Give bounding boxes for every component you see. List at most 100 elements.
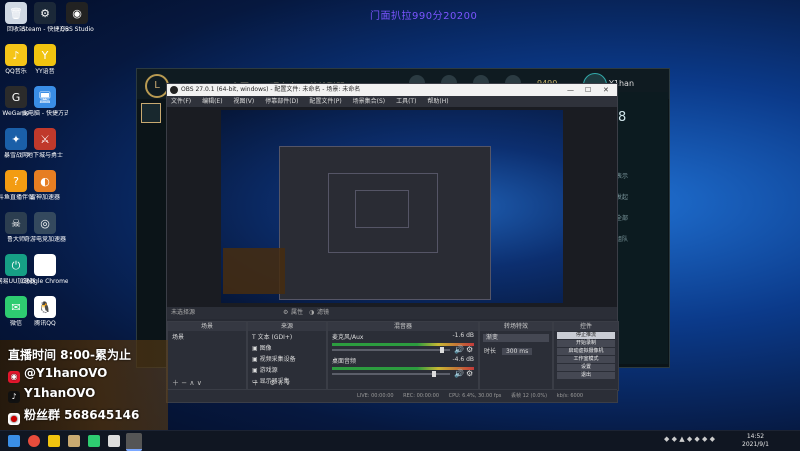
desktop-icon[interactable]: ◍ Google Chrome <box>22 254 68 285</box>
image-source-icon: ▣ <box>252 345 260 352</box>
slider-handle[interactable] <box>440 347 444 353</box>
preview-overlay-thumbnail <box>223 248 285 294</box>
qq-icon: 🐧 <box>34 296 56 318</box>
mixer-header: 混音器 <box>328 322 478 331</box>
obs-preview[interactable] <box>167 107 617 307</box>
mixer-dock: 混音器 麦克风/Aux -1.6 dB 🔊 ⚙ 桌面音频 -4.6 dB 🔊 ⚙ <box>327 321 479 391</box>
speaker-icon[interactable]: 🔊 <box>454 369 464 378</box>
gear-icon[interactable]: ⚙ <box>283 307 288 319</box>
speaker-icon[interactable]: 🔊 <box>454 345 464 354</box>
filters-button[interactable]: 滤镜 <box>317 307 329 319</box>
nested-obs-window <box>328 173 438 253</box>
source-label: 文本 (GDI+) <box>257 334 293 341</box>
folder-taskbar-icon[interactable] <box>48 435 60 447</box>
qq-taskbar-icon[interactable] <box>108 435 120 447</box>
chevron-down-icon[interactable]: ∨ <box>197 379 202 387</box>
volume-slider[interactable] <box>332 371 450 377</box>
stream-info-overlay: 直播时间 8:00-累为止 ◉ @Y1hanOVO ♪ Y1hanOVO ● 粉丝群 … <box>0 340 168 430</box>
remove-icon[interactable]: − <box>261 379 267 387</box>
track-db: -1.6 dB <box>452 332 474 339</box>
steam-icon: ⚙ <box>34 2 56 24</box>
game-taskbar-icon[interactable] <box>68 435 80 447</box>
maximize-icon[interactable]: ☐ <box>585 84 591 96</box>
sources-header: 来源 <box>248 322 326 331</box>
chevron-up-icon[interactable]: ∧ <box>189 379 194 387</box>
system-clock[interactable]: 14:52 2021/9/1 <box>742 433 769 449</box>
scene-item[interactable]: 场景 <box>168 331 246 342</box>
gear-icon[interactable]: ⚙ <box>466 369 473 378</box>
stop-streaming-button[interactable]: 停止推流 <box>557 332 615 339</box>
transitions-header: 转场特效 <box>480 322 552 331</box>
remove-icon[interactable]: − <box>181 379 187 387</box>
properties-button[interactable]: 属性 <box>291 307 303 319</box>
slider-handle[interactable] <box>432 371 436 377</box>
transition-select[interactable]: 渐变 <box>483 334 549 342</box>
tray-icons[interactable]: ◆ ◆ ▲ ◆ ◆ ◆ ◆ <box>664 435 715 443</box>
mixer-track: 桌面音频 -4.6 dB <box>328 355 478 366</box>
minimize-icon[interactable]: — <box>567 84 574 96</box>
desktop-icon[interactable]: Y YY语音 <box>22 44 68 75</box>
taskbar: ◆ ◆ ▲ ◆ ◆ ◆ ◆ 14:52 2021/9/1 <box>0 430 800 451</box>
leishen-icon: ◐ <box>34 170 56 192</box>
yy-icon: Y <box>34 44 56 66</box>
menu-view[interactable]: 视图(V) <box>233 98 254 105</box>
close-icon[interactable]: ✕ <box>603 84 609 96</box>
controls-dock: 控件 停止推流 开始录制 启动虚拟摄像机 工作室模式 设置 退出 <box>553 321 619 391</box>
desktop-icon-label: YY语音 <box>35 68 55 75</box>
desktop-icon[interactable]: 🐧 腾讯QQ <box>22 296 68 327</box>
obs-menubar: 文件(F) 编辑(E) 视图(V) 停靠部件(D) 配置文件(P) 场景集合(S… <box>167 96 617 107</box>
menu-scene-collection[interactable]: 场景集合(S) <box>353 98 386 105</box>
obs-statusbar: LIVE: 00:00:00 REC: 00:00:00 CPU: 6.4%, … <box>167 389 617 402</box>
schedule-text: 直播时间 8:00-累为止 <box>8 348 132 362</box>
chrome-taskbar-icon[interactable] <box>28 435 40 447</box>
wechat-taskbar-icon[interactable] <box>88 435 100 447</box>
settings-button[interactable]: 设置 <box>557 364 615 371</box>
obs-app-icon <box>170 86 178 94</box>
start-recording-button[interactable]: 开始录制 <box>557 340 615 347</box>
nested-obs-window <box>355 190 409 228</box>
filter-icon[interactable]: ◑ <box>309 307 314 319</box>
add-icon[interactable]: ＋ <box>172 379 179 387</box>
stream-banner-text: 门面扒拉990分20200 <box>370 11 478 22</box>
add-icon[interactable]: ＋ <box>252 379 259 387</box>
menu-profile[interactable]: 配置文件(P) <box>309 98 341 105</box>
weibo-handle: @Y1hanOVO <box>24 366 108 380</box>
chevron-down-icon[interactable]: ∨ <box>285 379 290 387</box>
obs-window[interactable]: OBS 27.0.1 (64-bit, windows) - 配置文件: 未命名… <box>166 83 619 403</box>
source-item[interactable]: ▣ 图像 <box>248 342 326 353</box>
volume-slider[interactable] <box>332 347 450 353</box>
rec-status: REC: 00:00:00 <box>403 393 440 399</box>
studio-mode-button[interactable]: 工作室模式 <box>557 356 615 363</box>
gear-icon[interactable]: ⚙ <box>269 379 275 387</box>
gear-icon[interactable]: ⚙ <box>466 345 473 354</box>
no-source-label: 未选择源 <box>171 309 196 316</box>
cpu-status: CPU: 6.4%, 30.00 fps <box>448 393 502 399</box>
source-item[interactable]: ▣ 视频采集设备 <box>248 353 326 364</box>
desktop-icon[interactable]: 🖥 此电脑 - 快捷方式 <box>22 86 68 117</box>
bitrate-status: kb/s: 6000 <box>556 393 584 399</box>
menu-docks[interactable]: 停靠部件(D) <box>265 98 298 105</box>
preview-desktop-capture <box>221 110 563 303</box>
exit-button[interactable]: 退出 <box>557 372 615 379</box>
source-item[interactable]: T 文本 (GDI+) <box>248 331 326 342</box>
douyin-icon: ♪ <box>8 391 20 403</box>
obs-titlebar[interactable]: OBS 27.0.1 (64-bit, windows) - 配置文件: 未命名… <box>167 84 617 96</box>
menu-edit[interactable]: 编辑(E) <box>202 98 222 105</box>
obs-taskbar-icon[interactable] <box>126 433 142 451</box>
source-item[interactable]: ▣ 游戏源 <box>248 364 326 375</box>
duration-input[interactable]: 300 ms <box>501 348 533 355</box>
desktop-icon[interactable]: ◉ OBS Studio <box>54 2 100 33</box>
source-label: 视频采集设备 <box>259 356 296 363</box>
menu-help[interactable]: 帮助(H) <box>427 98 448 105</box>
douyin-handle: Y1hanOVO <box>24 386 96 400</box>
virtual-camera-button[interactable]: 启动虚拟摄像机 <box>557 348 615 355</box>
desktop-icon[interactable]: ⚔ 地下城与勇士 <box>22 128 68 159</box>
menu-tools[interactable]: 工具(T) <box>396 98 416 105</box>
desktop-icon[interactable]: ◐ 雷神加速器 <box>22 170 68 201</box>
obs-docks: 场景 场景 ＋ − ∧ ∨ 来源 T 文本 (GDI+) ▣ 图像 ▣ 视频采集… <box>167 321 619 391</box>
scenes-dock: 场景 场景 ＋ − ∧ ∨ <box>167 321 247 391</box>
chevron-up-icon[interactable]: ∧ <box>278 379 283 387</box>
windows-start-icon[interactable] <box>8 435 20 447</box>
desktop-icon[interactable]: ◎ 奇游电竞加速器 <box>22 212 68 243</box>
menu-file[interactable]: 文件(F) <box>171 98 191 105</box>
